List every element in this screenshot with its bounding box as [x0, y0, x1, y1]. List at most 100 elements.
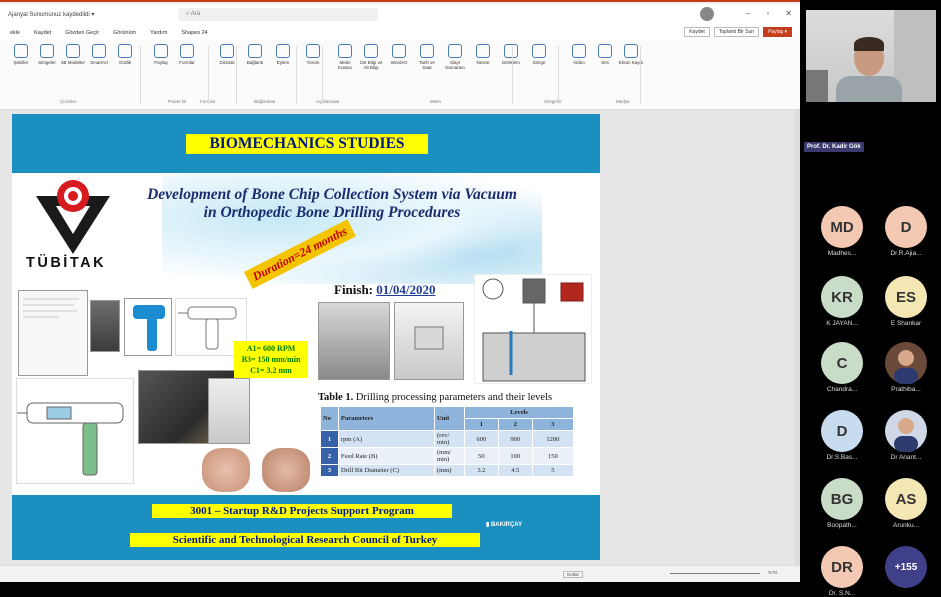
photo-bone-chips-2	[262, 448, 310, 492]
photo-cabinet-open	[318, 302, 390, 380]
slide-subtitle: Development of Bone Chip Collection Syst…	[147, 186, 517, 221]
table-row: 2 Feed Rate (B) (mm/ min) 50 100 150	[320, 447, 575, 465]
ribbon-icon	[392, 44, 406, 58]
table-header: No	[320, 406, 339, 431]
minimize-icon[interactable]: –	[746, 9, 750, 18]
ribbon-icon	[598, 44, 612, 58]
ribbon-button-18[interactable]: Denklem	[498, 44, 524, 65]
ribbon-button-4[interactable]: SmartArt	[86, 44, 112, 65]
participant-name: Dr.R.Ajia...	[890, 250, 922, 257]
ribbon-button-2[interactable]: Simgeler	[34, 44, 60, 65]
participant-tile[interactable]: BG Boopath...	[812, 478, 872, 529]
participant-avatar: MD	[821, 206, 863, 248]
participant-avatar: ES	[885, 276, 927, 318]
participant-name: Dr Anant...	[890, 454, 922, 461]
participant-name: Arunku...	[892, 522, 919, 529]
zoom-slider[interactable]	[670, 573, 760, 574]
table-header: 1	[464, 418, 499, 431]
ribbon-button-10[interactable]: Eylem	[270, 44, 296, 65]
ribbon-icon	[476, 44, 490, 58]
footer-council: Scientific and Technological Research Co…	[130, 533, 480, 547]
ribbon-icon	[532, 44, 546, 58]
footer-program: 3001 – Startup R&D Projects Support Prog…	[152, 504, 452, 518]
ribbon-button-9[interactable]: Bağlantı	[242, 44, 268, 65]
ribbon-icon	[66, 44, 80, 58]
participant-tile[interactable]: KR K JAYAN...	[812, 276, 872, 327]
ribbon-button-13[interactable]: Üst Bilgi ve Alt Bilgi	[358, 44, 384, 70]
photo-drill-closeup	[90, 300, 120, 352]
slide-canvas: BIOMECHANICS STUDIES TÜBİTAK Development…	[0, 110, 800, 565]
ribbon-icon	[40, 44, 54, 58]
ribbon-button-12[interactable]: Metin Kutusu	[332, 44, 358, 70]
menu-item-shapes[interactable]: Shapes 24	[181, 30, 207, 36]
ribbon-separator	[208, 46, 209, 104]
ribbon-icon	[306, 44, 320, 58]
ribbon-group-label: Metin	[430, 99, 442, 104]
ribbon-button-19[interactable]: Simge	[526, 44, 552, 65]
menu-item-gozden-gecir[interactable]: Gözden Geçir	[65, 30, 99, 36]
maximize-icon[interactable]: ▫	[766, 9, 769, 18]
ribbon-separator	[296, 46, 297, 104]
ribbon-button-1[interactable]: Şekiller	[8, 44, 34, 65]
record-button[interactable]: Kaydet	[684, 27, 710, 37]
footer-logo: ▮ BAKIRÇAY	[486, 522, 523, 528]
participant-tile[interactable]: ES E Shankar	[876, 276, 936, 327]
table-header: 3	[531, 418, 575, 431]
ribbon-icon	[154, 44, 168, 58]
zoom-level[interactable]: %70	[768, 570, 777, 575]
menu-item-gorunum[interactable]: Görünüm	[113, 30, 136, 36]
title-bar: Ajanyal Sunumunuz kaydedildi ▾ ⌕ Ara – ▫…	[0, 4, 800, 26]
participant-avatar: C	[821, 342, 863, 384]
participant-name: Chandra...	[826, 386, 858, 393]
participant-tile[interactable]: AS Arunku...	[876, 478, 936, 529]
participant-tile[interactable]: MD Madhes...	[812, 206, 872, 257]
participant-tile[interactable]: DR Dr. S.N...	[812, 546, 872, 597]
ribbon-button-6[interactable]: Paylaş	[148, 44, 174, 65]
ribbon-icon	[448, 44, 462, 58]
ribbon-icon	[14, 44, 28, 58]
finish-date: Finish: 01/04/2020	[334, 282, 436, 297]
table-header: Unit	[434, 406, 465, 431]
participant-avatar	[885, 342, 927, 384]
host-video[interactable]	[806, 10, 936, 102]
ribbon-button-20[interactable]: Video	[566, 44, 592, 65]
close-icon[interactable]: ✕	[785, 9, 792, 18]
optimal-parameters: A1= 600 RPM B3= 150 mm/min C1= 3.2 mm	[234, 341, 308, 378]
avatar[interactable]	[700, 7, 714, 21]
present-button[interactable]: Toplantı Bir Sun	[713, 27, 760, 37]
notes-button[interactable]: Notlar	[563, 571, 584, 578]
ribbon-button-16[interactable]: Slayt Numarası	[442, 44, 468, 70]
ribbon-icon	[624, 44, 638, 58]
host-name-label: Prof. Dr. Kadir Gök	[804, 142, 864, 152]
search-box[interactable]: ⌕ Ara	[178, 8, 378, 21]
table-row: 1 rpm (A) (rev/ min) 600 900 1200	[320, 430, 575, 448]
participant-tile[interactable]: D Dr.S.Bas...	[812, 410, 872, 461]
ribbon-button-7[interactable]: Formlar	[174, 44, 200, 65]
participant-tile[interactable]: Dr Anant...	[876, 410, 936, 461]
participant-tile[interactable]: +155	[876, 546, 936, 588]
ribbon-button-3[interactable]: 3B Modeller	[60, 44, 86, 65]
ribbon-button-15[interactable]: Tarih ve Saat	[414, 44, 440, 70]
document-title[interactable]: Ajanyal Sunumunuz kaydedildi ▾	[8, 11, 94, 18]
photo-blue-drill	[124, 298, 172, 356]
share-button[interactable]: Paylaş ▾	[763, 27, 792, 37]
ribbon-icon	[420, 44, 434, 58]
ribbon-button-21[interactable]: Ses	[592, 44, 618, 65]
photo-cabinet-closed	[394, 302, 464, 380]
participant-tile[interactable]: D Dr.R.Ajia...	[876, 206, 936, 257]
ribbon-button-5[interactable]: Grafik	[112, 44, 138, 65]
table-caption: Table 1. Drilling processing parameters …	[318, 392, 553, 403]
participant-tile[interactable]: Prathiba...	[876, 342, 936, 393]
participant-tile[interactable]: C Chandra...	[812, 342, 872, 393]
ribbon-button-17[interactable]: Nesne	[470, 44, 496, 65]
menu-item-ekle[interactable]: ekle	[10, 30, 20, 36]
ribbon-group-label: Simgeler	[544, 99, 562, 104]
ribbon-button-14[interactable]: WordArt	[386, 44, 412, 65]
slide-footer-band: 3001 – Startup R&D Projects Support Prog…	[12, 495, 600, 560]
menu-item-yardim[interactable]: Yardım	[150, 30, 167, 36]
figure-vacuum-drill	[16, 378, 134, 484]
menu-item-kaydet[interactable]: Kaydet	[34, 30, 51, 36]
participant-avatar: AS	[885, 478, 927, 520]
photo-vacuum-unit	[208, 378, 250, 444]
participant-name: Dr.S.Bas...	[826, 454, 858, 461]
